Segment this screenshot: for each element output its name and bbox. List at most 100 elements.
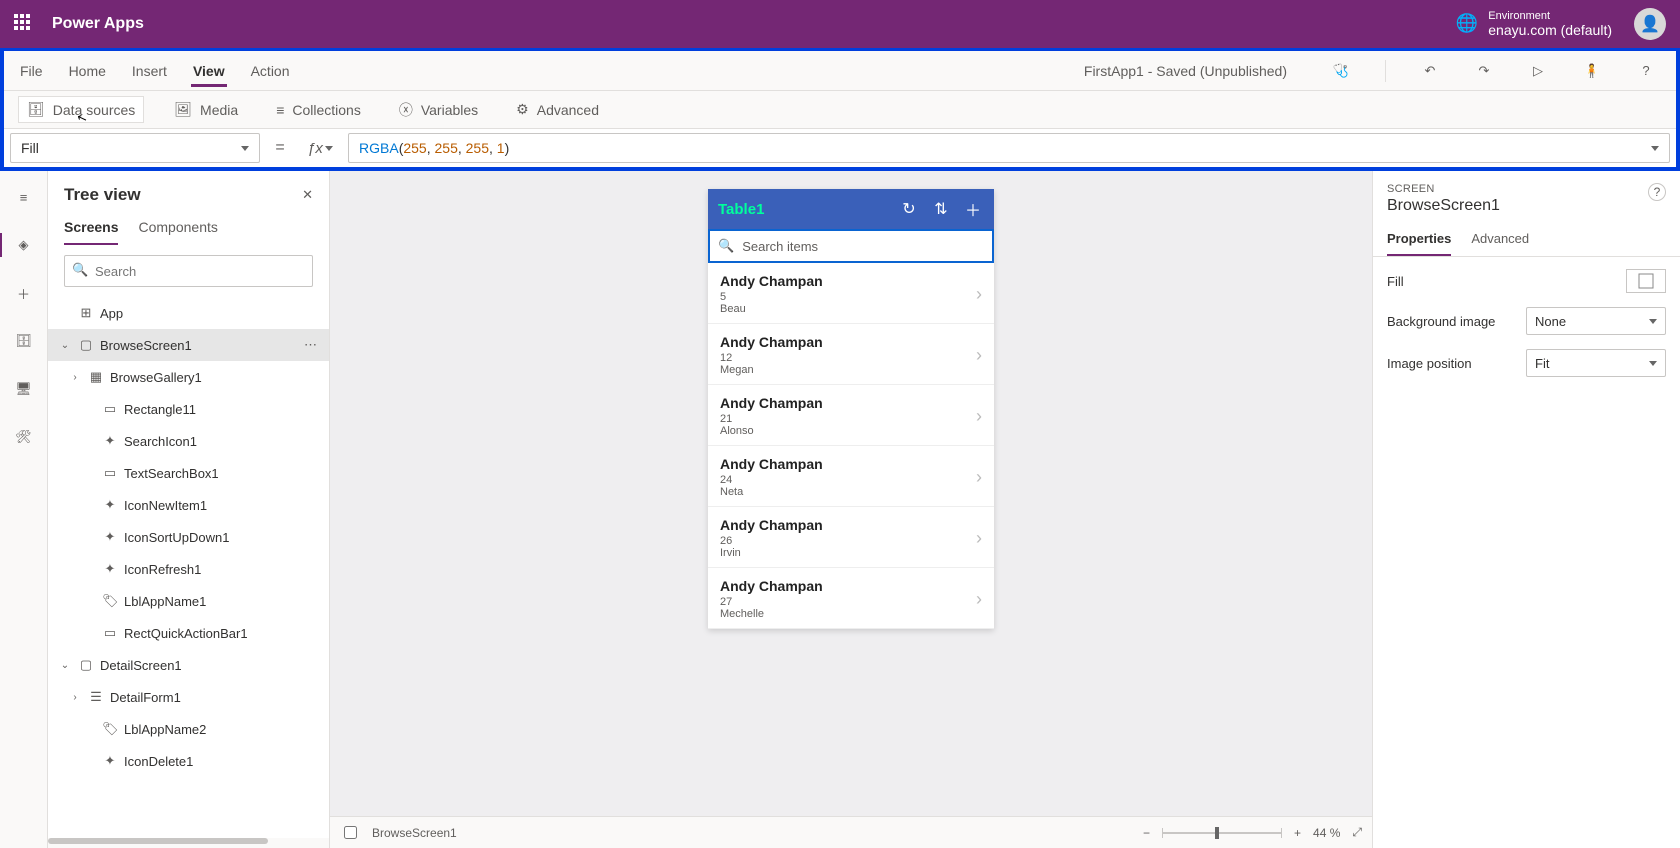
tree-node-label: Rectangle11 xyxy=(124,402,196,417)
tree-tab-screens[interactable]: Screens xyxy=(64,211,118,245)
tree-view-panel: Tree view ✕ Screens Components 🔍 ⊞ App ⌄… xyxy=(48,171,330,848)
sub-media-label: Media xyxy=(200,102,238,118)
tree-scroll[interactable]: ⊞ App ⌄▢ BrowseScreen1 ⋯ ›▦ BrowseGaller… xyxy=(48,297,329,838)
sub-data-sources-label: Data sources xyxy=(53,102,135,118)
user-avatar[interactable]: 👤 xyxy=(1634,8,1666,40)
tree-node-label: IconDelete1 xyxy=(124,754,193,769)
menu-home[interactable]: Home xyxy=(67,57,108,85)
app-preview: Table1 ↻ ⇅ ＋ 🔍 Search items Andy Champan… xyxy=(708,189,994,629)
tree-node-detailscreen1[interactable]: ⌄▢ DetailScreen1 xyxy=(48,649,329,681)
list-item[interactable]: Andy Champan5Beau› xyxy=(708,263,994,324)
tree-node-lblappname2[interactable]: 🏷 LblAppName2 xyxy=(48,713,329,745)
app-preview-search[interactable]: 🔍 Search items xyxy=(708,229,994,263)
zoom-value: 44 xyxy=(1313,826,1326,840)
app-preview-title: Table1 xyxy=(718,201,888,218)
tree-node-browsescreen1[interactable]: ⌄▢ BrowseScreen1 ⋯ xyxy=(48,329,329,361)
prop-imgpos-select[interactable]: Fit xyxy=(1526,349,1666,377)
ribbon-highlight-zone: File Home Insert View Action FirstApp1 -… xyxy=(0,48,1680,171)
rail-tools-icon[interactable]: 🛠 xyxy=(8,421,40,453)
document-title: FirstApp1 - Saved (Unpublished) xyxy=(1084,63,1287,79)
environment-picker[interactable]: 🌐 Environment enayu.com (default) xyxy=(1456,10,1612,39)
tree-node-rectquickactionbar1[interactable]: ▭ RectQuickActionBar1 xyxy=(48,617,329,649)
tree-node-browsegallery1[interactable]: ›▦ BrowseGallery1 xyxy=(48,361,329,393)
fx-button[interactable]: ƒx xyxy=(300,133,340,163)
tree-node-lblappname1[interactable]: 🏷 LblAppName1 xyxy=(48,585,329,617)
list-item-title: Andy Champan xyxy=(720,578,823,594)
menu-view[interactable]: View xyxy=(191,57,227,85)
undo-icon[interactable]: ↶ xyxy=(1414,55,1446,87)
zoom-slider[interactable] xyxy=(1162,832,1282,834)
prop-fill-color-picker[interactable] xyxy=(1626,269,1666,293)
tree-node-detailform1[interactable]: ›☰ DetailForm1 xyxy=(48,681,329,713)
list-item-line2: 5 xyxy=(720,291,823,303)
rail-tree-view-icon[interactable]: ◈ xyxy=(8,229,40,261)
property-selector-value: Fill xyxy=(21,140,39,156)
top-bar: Power Apps 🌐 Environment enayu.com (defa… xyxy=(0,0,1680,48)
tree-node-textsearchbox1[interactable]: ▭ TextSearchBox1 xyxy=(48,457,329,489)
tree-node-iconnewitem1[interactable]: ✦ IconNewItem1 xyxy=(48,489,329,521)
list-item[interactable]: Andy Champan26Irvin› xyxy=(708,507,994,568)
tree-node-icondelete1[interactable]: ✦ IconDelete1 xyxy=(48,745,329,777)
sub-collections[interactable]: ≡ Collections xyxy=(268,98,369,122)
list-item[interactable]: Andy Champan21Alonso› xyxy=(708,385,994,446)
sort-icon[interactable]: ⇅ xyxy=(930,199,952,219)
play-icon[interactable]: ▷ xyxy=(1522,55,1554,87)
rectangle-icon: ▭ xyxy=(102,625,118,641)
chevron-down-icon xyxy=(325,146,333,151)
list-item-title: Andy Champan xyxy=(720,334,823,350)
app-checker-icon[interactable]: 🩺 xyxy=(1325,55,1357,87)
refresh-icon[interactable]: ↻ xyxy=(898,199,920,219)
tree-node-label: DetailForm1 xyxy=(110,690,181,705)
zoom-in-icon[interactable]: + xyxy=(1294,826,1301,840)
list-item-line2: 21 xyxy=(720,413,823,425)
rectangle-icon: ▭ xyxy=(102,401,118,417)
gallery-icon: ▦ xyxy=(88,369,104,385)
fit-screen-icon[interactable]: ⤢ xyxy=(1352,825,1362,840)
tree-search-input[interactable] xyxy=(64,255,313,287)
tree-node-iconsortupdown1[interactable]: ✦ IconSortUpDown1 xyxy=(48,521,329,553)
tree-node-app[interactable]: ⊞ App xyxy=(48,297,329,329)
tree-node-rectangle11[interactable]: ▭ Rectangle11 xyxy=(48,393,329,425)
chevron-right-icon: › xyxy=(976,589,982,610)
tree-horizontal-scrollbar[interactable] xyxy=(48,838,329,848)
more-icon[interactable]: ⋯ xyxy=(304,337,319,353)
sub-data-sources[interactable]: 🗄 Data sources ↖ xyxy=(18,96,144,123)
tree-node-iconrefresh1[interactable]: ✦ IconRefresh1 xyxy=(48,553,329,585)
sub-variables-label: Variables xyxy=(421,102,478,118)
menu-insert[interactable]: Insert xyxy=(130,57,169,85)
waffle-icon[interactable] xyxy=(14,14,34,34)
list-item[interactable]: Andy Champan12Megan› xyxy=(708,324,994,385)
property-selector[interactable]: Fill xyxy=(10,133,260,163)
formula-input[interactable]: RGBA(255, 255, 255, 1) xyxy=(348,133,1670,163)
sub-advanced[interactable]: ⚙ Advanced xyxy=(508,97,607,122)
list-item[interactable]: Andy Champan24Neta› xyxy=(708,446,994,507)
redo-icon[interactable]: ↷ xyxy=(1468,55,1500,87)
rail-data-icon[interactable]: 🗄 xyxy=(8,325,40,357)
form-icon: ☰ xyxy=(88,689,104,705)
properties-help-icon[interactable]: ? xyxy=(1648,183,1666,201)
tree-node-label: App xyxy=(100,306,123,321)
menu-file[interactable]: File xyxy=(18,57,45,85)
sub-variables[interactable]: ⓧ Variables xyxy=(391,96,486,124)
properties-tab-advanced[interactable]: Advanced xyxy=(1471,223,1529,256)
list-item[interactable]: Andy Champan27Mechelle› xyxy=(708,568,994,629)
add-icon[interactable]: ＋ xyxy=(962,197,984,221)
rail-hamburger-icon[interactable]: ≡ xyxy=(8,181,40,213)
properties-tab-properties[interactable]: Properties xyxy=(1387,223,1451,256)
close-panel-icon[interactable]: ✕ xyxy=(302,187,313,203)
prop-bgimage-select[interactable]: None xyxy=(1526,307,1666,335)
prop-imgpos-label: Image position xyxy=(1387,356,1472,371)
chevron-right-icon: › xyxy=(976,284,982,305)
rail-media-icon[interactable]: 🖥 xyxy=(8,373,40,405)
share-icon[interactable]: 🧍 xyxy=(1576,55,1608,87)
tree-node-searchicon1[interactable]: ✦ SearchIcon1 xyxy=(48,425,329,457)
tree-tab-components[interactable]: Components xyxy=(138,211,217,245)
formula-expand-icon[interactable] xyxy=(1651,146,1659,151)
menu-action[interactable]: Action xyxy=(249,57,292,85)
help-icon[interactable]: ? xyxy=(1630,55,1662,87)
rail-insert-icon[interactable]: ＋ xyxy=(8,277,40,309)
canvas[interactable]: Table1 ↻ ⇅ ＋ 🔍 Search items Andy Champan… xyxy=(330,171,1372,816)
sub-media[interactable]: 🖼 Media xyxy=(166,97,246,122)
zoom-out-icon[interactable]: − xyxy=(1143,826,1150,840)
footer-screen-checkbox[interactable] xyxy=(344,826,357,839)
